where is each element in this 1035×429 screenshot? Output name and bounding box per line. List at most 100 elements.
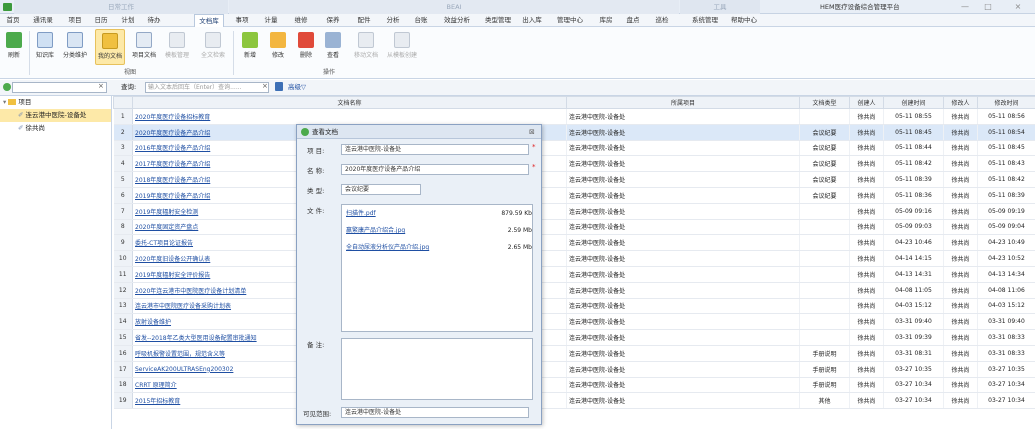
move-doc-button[interactable]: 移动文档: [351, 29, 381, 65]
create-time-cell: 04-03 15:12: [883, 298, 944, 315]
table-row[interactable]: 1 2020年度医疗设备招标教育 连云港中医院-设备处 徐共尚 05-11 08:55 徐…: [113, 108, 1035, 125]
menu-doclib[interactable]: 文档库: [194, 14, 224, 27]
maximize-button[interactable]: □: [978, 0, 998, 14]
remark-field[interactable]: [341, 338, 533, 400]
menu-maintenance[interactable]: 保养: [322, 14, 344, 27]
minimize-button[interactable]: —: [955, 0, 975, 14]
file-link[interactable]: 全自动尿液分析仪产品介绍.jpg: [346, 244, 429, 251]
col-doc-name[interactable]: 文档名称: [132, 96, 567, 109]
table-row[interactable]: 10 2020年度旧设备公开确认表 连云港中医院-设备处 徐共尚 04-14 14:15…: [113, 250, 1035, 267]
menu-help[interactable]: 帮助中心: [727, 14, 761, 27]
project-field[interactable]: 连云港中医院-设备处: [341, 144, 529, 155]
menu-projects[interactable]: 项目: [64, 14, 86, 27]
fulltext-search-button[interactable]: 全文检索: [198, 29, 228, 65]
tree-search-input[interactable]: [12, 82, 107, 93]
doc-name-link[interactable]: 2020年度医疗设备招标教育: [132, 108, 567, 125]
menu-parts[interactable]: 配件: [353, 14, 375, 27]
table-row[interactable]: 13 连云港市中医院医疗设备采购计划表 连云港中医院-设备处 徐共尚 04-03 15:…: [113, 298, 1035, 315]
my-docs-button[interactable]: 我的文档: [95, 29, 125, 65]
menu-ledger[interactable]: 台账: [410, 14, 432, 27]
table-row[interactable]: 11 2019年度辐射安全评价报告 连云港中医院-设备处 徐共尚 04-13 14:31…: [113, 266, 1035, 283]
dialog-titlebar[interactable]: 查看文档 ⊠: [297, 125, 541, 139]
col-create-time[interactable]: 创建时间: [883, 96, 944, 109]
table-row[interactable]: 2 2020年度医疗设备产品介绍 连云港中医院-设备处 会议纪要 徐共尚 05-11 08…: [113, 124, 1035, 141]
col-doc-type[interactable]: 文档类型: [799, 96, 850, 109]
table-row[interactable]: 16 呼吸机报警设置范围，规范含义等 连云港中医院-设备处 手册说明 徐共尚 03-31 …: [113, 345, 1035, 362]
doc-type-cell: [799, 250, 850, 267]
menu-calendar[interactable]: 日历: [90, 14, 112, 27]
menu-warehouse[interactable]: 库房: [595, 14, 617, 27]
col-modify-time[interactable]: 修改时间: [977, 96, 1035, 109]
dialog-title: 查看文档: [312, 128, 338, 136]
clear-search-icon[interactable]: ×: [262, 82, 268, 90]
col-creator[interactable]: 创建人: [849, 96, 884, 109]
category-button[interactable]: 分类维护: [60, 29, 90, 65]
table-row[interactable]: 18 CRRT 原理简介 连云港中医院-设备处 手册说明 徐共尚 03-27 10:34 徐…: [113, 377, 1035, 394]
tree-item-label: 徐共尚: [25, 124, 46, 132]
name-label: 名 称:: [307, 167, 325, 175]
menu-stocktake[interactable]: 盘点: [622, 14, 644, 27]
table-row[interactable]: 14 放射设备维护 连云港中医院-设备处 徐共尚 03-31 09:40 徐共尚 03-31…: [113, 313, 1035, 331]
menu-inout[interactable]: 出入库: [518, 14, 546, 27]
table-row[interactable]: 6 2019年度医疗设备产品介绍 连云港中医院-设备处 会议纪要 徐共尚 05-11 08…: [113, 187, 1035, 204]
menu-items[interactable]: 事项: [231, 14, 253, 27]
menu-home[interactable]: 首页: [2, 14, 24, 27]
col-project[interactable]: 所属项目: [566, 96, 800, 109]
filter-bar: × 查询: 输入文本后回车（Enter）查询...... × 高级▽: [0, 80, 1035, 96]
refresh-button[interactable]: 刷新: [2, 29, 26, 65]
table-row[interactable]: 8 2020年度固定资产盘点 连云港中医院-设备处 徐共尚 05-09 09:03 徐共尚…: [113, 219, 1035, 236]
modifier-cell: 徐共尚: [943, 219, 978, 236]
menu-todo[interactable]: 待办: [143, 14, 165, 27]
file-row[interactable]: 全自动尿液分析仪产品介绍.jpg 2.65 Mb: [346, 241, 532, 254]
clear-tree-search-icon[interactable]: ×: [98, 82, 104, 90]
file-link[interactable]: 赢繁康产品介绍合.jpg: [346, 227, 405, 234]
template-button[interactable]: 模板管理: [162, 29, 192, 65]
close-window-button[interactable]: ×: [1008, 0, 1028, 14]
row-number: 12: [113, 282, 133, 299]
table-row[interactable]: 5 2018年度医疗设备产品介绍 连云港中医院-设备处 会议纪要 徐共尚 05-11 08…: [113, 171, 1035, 188]
menu-metering[interactable]: 计量: [260, 14, 282, 27]
knowledge-base-button[interactable]: 知识库: [32, 29, 58, 65]
file-row[interactable]: 扫描件.pdf 879.59 Kb: [346, 207, 532, 220]
search-input[interactable]: 输入文本后回车（Enter）查询......: [145, 82, 269, 93]
type-field[interactable]: 会议纪要: [341, 184, 421, 195]
menu-plan[interactable]: 计划: [117, 14, 139, 27]
collapse-icon[interactable]: ▾: [3, 98, 6, 106]
menu-repair[interactable]: 维修: [290, 14, 312, 27]
file-row[interactable]: 赢繁康产品介绍合.jpg 2.59 Mb: [346, 224, 532, 237]
name-field[interactable]: 2020年度医疗设备产品介绍: [341, 164, 529, 175]
menu-inspection[interactable]: 巡检: [651, 14, 673, 27]
file-link[interactable]: 扫描件.pdf: [346, 210, 376, 217]
table-row[interactable]: 3 2016年度医疗设备产品介绍 连云港中医院-设备处 会议纪要 徐共尚 05-11 08…: [113, 140, 1035, 157]
table-row[interactable]: 9 委托-CT项目论证报告 连云港中医院-设备处 徐共尚 04-23 10:46 徐共尚 0…: [113, 234, 1035, 252]
menu-benefit[interactable]: 效益分析: [440, 14, 474, 27]
table-row[interactable]: 17 ServiceAK200ULTRASEng200302 连云港中医院-设备处手…: [113, 361, 1035, 378]
table-row[interactable]: 15 省发--2018年乙类大型医用设备配置审批通知 连云港中医院-设备处 徐共尚 03…: [113, 329, 1035, 346]
scope-field[interactable]: 连云港中医院-设备处: [341, 407, 529, 418]
modify-time-cell: 03-31 09:40: [977, 313, 1035, 331]
tree-root[interactable]: ▾ 项目: [0, 96, 111, 109]
view-button[interactable]: 查看: [321, 29, 345, 65]
dialog-close-button[interactable]: ⊠: [529, 125, 535, 139]
edit-button[interactable]: 修改: [266, 29, 290, 65]
row-number: 13: [113, 298, 133, 315]
menu-sys-mgmt[interactable]: 系统管理: [688, 14, 722, 27]
menu-analysis[interactable]: 分析: [382, 14, 404, 27]
advanced-search-link[interactable]: 高级▽: [288, 82, 306, 93]
tree-item-user[interactable]: ✐ 徐共尚: [0, 122, 111, 135]
menu-mgmt-center[interactable]: 管理中心: [553, 14, 587, 27]
project-docs-button[interactable]: 项目文档: [129, 29, 159, 65]
table-row[interactable]: 12 2020年连云港市中医院医疗设备计划清单 连云港中医院-设备处 徐共尚 04-08…: [113, 282, 1035, 299]
table-row[interactable]: 19 2015年招标教育 连云港中医院-设备处 其他 徐共尚 03-27 10:34 徐共尚…: [113, 392, 1035, 410]
from-template-button[interactable]: 从模板创建: [384, 29, 420, 65]
tree-item-hospital-equipment[interactable]: ✐ 连云港中医院-设备处: [0, 109, 111, 122]
menu-type-mgmt[interactable]: 类型管理: [481, 14, 515, 27]
delete-button[interactable]: 删除: [294, 29, 318, 65]
search-go-icon[interactable]: [275, 82, 283, 91]
table-row[interactable]: 4 2017年度医疗设备产品介绍 连云港中医院-设备处 会议纪要 徐共尚 05-11 08…: [113, 155, 1035, 173]
col-modifier[interactable]: 修改人: [943, 96, 978, 109]
add-button[interactable]: 新增: [238, 29, 262, 65]
table-row[interactable]: 7 2019年度辐射安全检测 连云港中医院-设备处 徐共尚 05-09 09:16 徐共尚…: [113, 203, 1035, 220]
menu-contacts[interactable]: 通讯录: [28, 14, 58, 27]
file-label: 文 件:: [307, 207, 325, 215]
